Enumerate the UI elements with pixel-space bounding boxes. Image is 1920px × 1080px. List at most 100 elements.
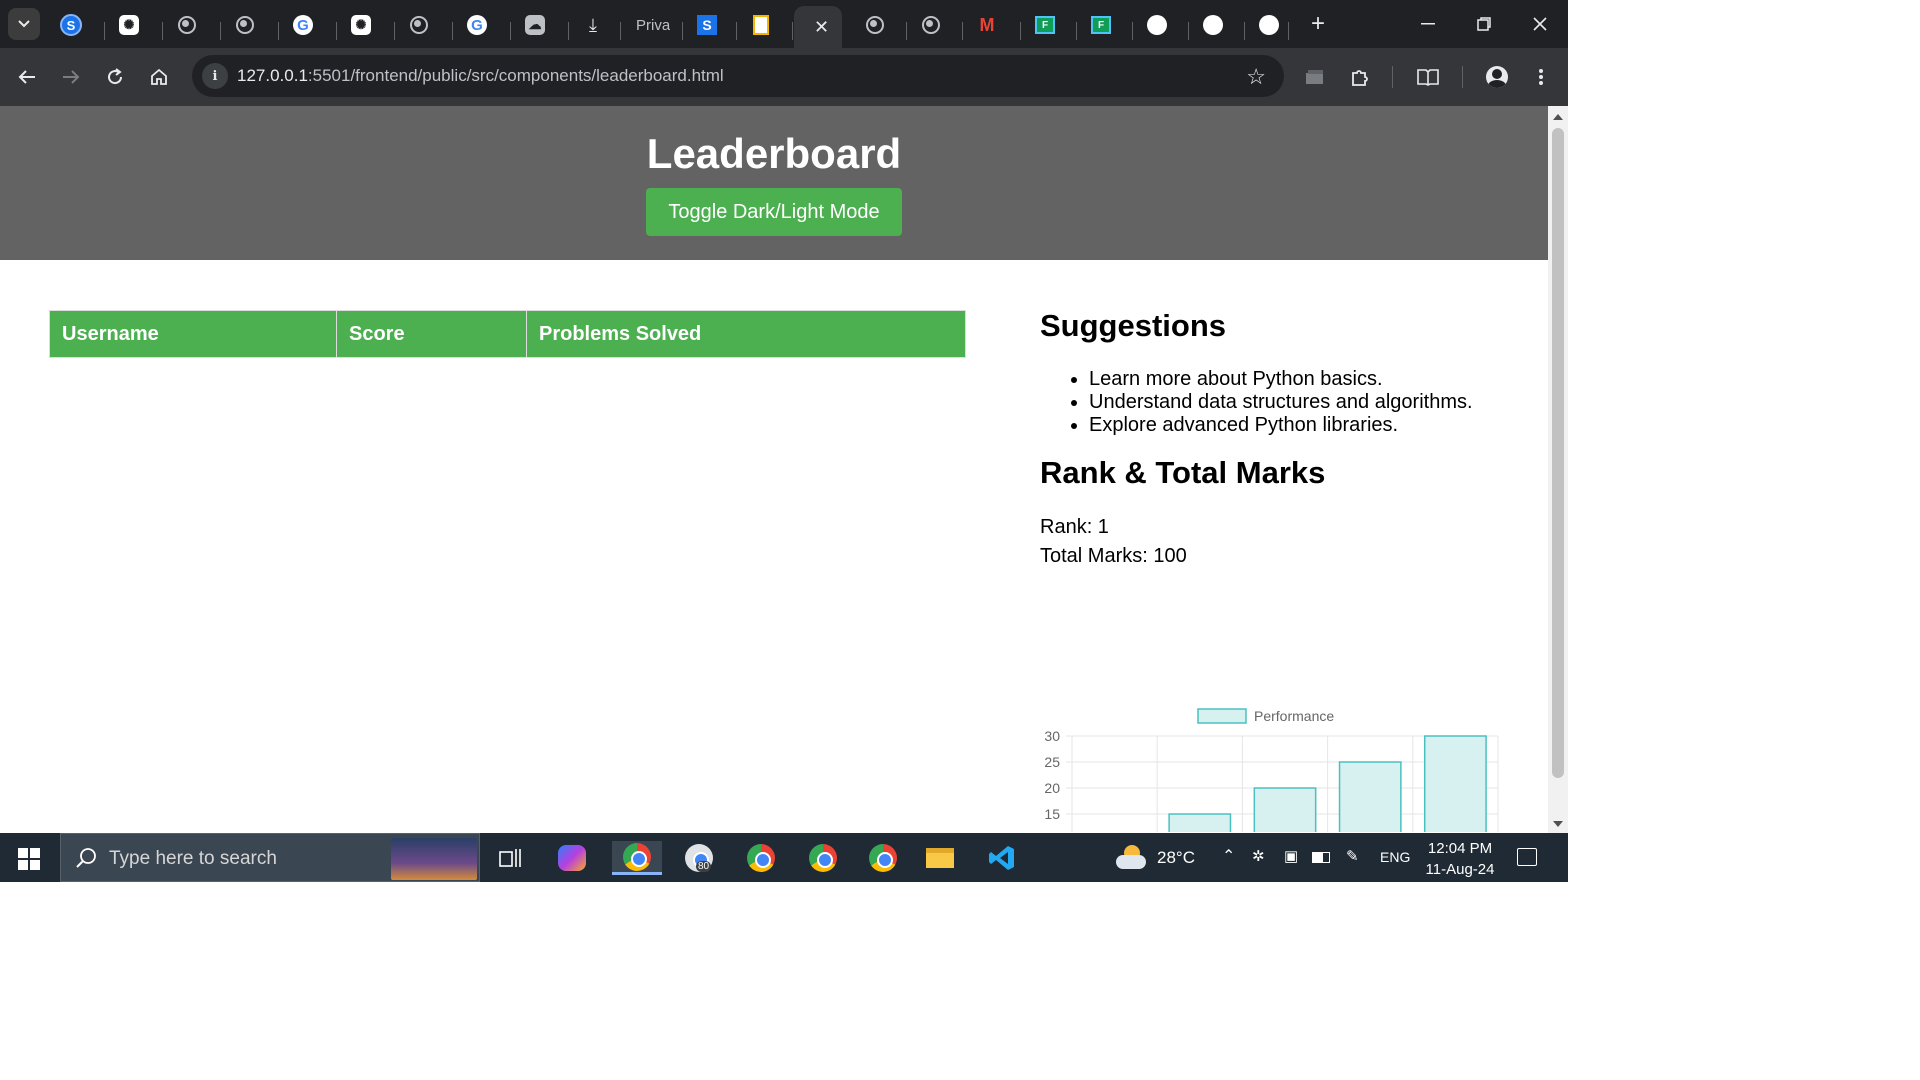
browser-tab[interactable] [1134, 6, 1190, 44]
scroll-up-icon[interactable] [1553, 114, 1563, 120]
url-host: 127.0.0.1 [237, 66, 308, 85]
page-scrollbar[interactable] [1548, 106, 1568, 833]
column-header-score[interactable]: Score [336, 310, 527, 358]
browser-tab[interactable]: Priva [622, 6, 684, 44]
profile-button[interactable] [1482, 62, 1512, 92]
browser-tab[interactable] [1190, 6, 1246, 44]
bookmark-star-icon[interactable]: ☆ [1246, 64, 1266, 90]
copilot-button[interactable] [552, 841, 592, 875]
browser-tab[interactable] [164, 6, 222, 44]
search-highlight-image [391, 838, 477, 880]
address-bar[interactable]: i 127.0.0.1:5501/frontend/public/src/com… [192, 55, 1284, 97]
taskbar-chrome-profile-5[interactable] [858, 841, 908, 875]
rank-value: Rank: 1 [1040, 516, 1109, 538]
browser-tab[interactable]: ✺ [106, 6, 164, 44]
taskbar-chrome-profile-1[interactable] [612, 841, 662, 875]
language-indicator[interactable]: ENG [1380, 849, 1410, 865]
taskbar-search-placeholder: Type here to search [109, 848, 277, 869]
browser-tab[interactable] [1246, 6, 1290, 44]
browser-tab[interactable]: ✕ [794, 6, 842, 48]
pen-icon[interactable]: ✎ [1346, 847, 1359, 865]
column-header-username[interactable]: Username [49, 310, 337, 358]
browser-tab[interactable]: M [964, 6, 1022, 44]
taskbar-search-box[interactable]: Type here to search [60, 833, 480, 882]
close-window-button[interactable] [1512, 0, 1568, 48]
taskbar-chrome-profile-3[interactable] [736, 841, 786, 875]
page-header: Leaderboard Toggle Dark/Light Mode [0, 106, 1548, 260]
legend-label: Performance [1254, 708, 1334, 724]
reading-list-icon [1417, 69, 1439, 86]
forms-icon: F [1090, 14, 1112, 36]
github-icon [1202, 14, 1224, 36]
site-info-icon[interactable]: i [202, 63, 228, 89]
suggestions-heading: Suggestions [1040, 308, 1227, 343]
globe-icon [176, 14, 198, 36]
close-tab-icon[interactable]: ✕ [814, 17, 829, 38]
taskbar-clock[interactable]: 12:04 PM 11-Aug-24 [1420, 838, 1500, 880]
home-button[interactable] [144, 62, 174, 92]
browser-tab[interactable]: F [1022, 6, 1078, 44]
google-icon: G [292, 14, 314, 36]
browser-tab[interactable]: ☁ [512, 6, 570, 44]
clock-date: 11-Aug-24 [1425, 861, 1495, 878]
toggle-theme-button[interactable]: Toggle Dark/Light Mode [646, 188, 902, 236]
browser-tab[interactable]: S [48, 6, 106, 44]
taskbar-chrome-profile-2[interactable]: 80 [674, 841, 724, 875]
column-header-problems-solved[interactable]: Problems Solved [526, 310, 966, 358]
reload-button[interactable] [100, 62, 130, 92]
reload-icon [108, 68, 123, 85]
browser-tab[interactable]: F [1078, 6, 1134, 44]
performance-chart: 051015202530Q1Q2Q3Q4Q5Performance [1030, 592, 1510, 833]
task-view-icon [499, 849, 521, 867]
globe-icon [864, 14, 886, 36]
github-icon [1146, 14, 1168, 36]
scroll-thumb[interactable] [1552, 128, 1564, 778]
browser-tab[interactable]: S [684, 6, 738, 44]
taskbar-vscode[interactable] [980, 841, 1024, 875]
tab-groups-button[interactable] [1300, 62, 1330, 92]
home-icon [151, 68, 167, 85]
url-text[interactable]: 127.0.0.1:5501/frontend/public/src/compo… [237, 66, 724, 86]
forward-button[interactable] [56, 62, 86, 92]
restore-icon [1477, 17, 1491, 31]
chevron-up-icon[interactable]: ⌃ [1222, 846, 1235, 866]
meet-icon[interactable]: ▣ [1284, 847, 1298, 865]
extensions-button[interactable] [1345, 62, 1375, 92]
openai-icon: ✺ [350, 14, 372, 36]
browser-tab[interactable] [396, 6, 454, 44]
browser-tab[interactable]: G [280, 6, 338, 44]
github-icon [1258, 14, 1280, 36]
bluetooth-icon[interactable]: ✲ [1252, 847, 1265, 865]
search-icon [76, 848, 96, 868]
more-vertical-icon [1539, 69, 1543, 85]
browser-tab[interactable] [908, 6, 964, 44]
back-button[interactable] [12, 62, 42, 92]
browser-tab[interactable] [222, 6, 280, 44]
list-item: Learn more about Python basics. [1089, 368, 1473, 391]
restore-button[interactable] [1456, 0, 1512, 48]
browser-tab[interactable] [852, 6, 908, 44]
avatar [1486, 66, 1508, 88]
legend-swatch [1197, 708, 1247, 724]
battery-icon[interactable] [1312, 852, 1330, 863]
windows-start-icon[interactable] [18, 848, 40, 870]
minimize-button[interactable] [1400, 0, 1456, 48]
new-tab-button[interactable]: + [1290, 0, 1346, 48]
task-view-button[interactable] [490, 841, 530, 875]
tab-search-button[interactable] [8, 8, 40, 40]
notification-center-icon[interactable] [1517, 848, 1537, 866]
url-path: :5501/frontend/public/src/components/lea… [307, 66, 724, 85]
taskbar-chrome-profile-4[interactable] [798, 841, 848, 875]
weather-icon[interactable] [1116, 843, 1148, 871]
s-square-icon: S [696, 14, 718, 36]
weather-temperature[interactable]: 28°C [1157, 848, 1195, 868]
browser-tab[interactable] [738, 6, 794, 44]
browser-menu-button[interactable] [1526, 62, 1556, 92]
reading-list-button[interactable] [1413, 62, 1443, 92]
taskbar-file-explorer[interactable] [918, 841, 962, 875]
browser-tab[interactable]: ⤓ [570, 6, 622, 44]
scroll-down-icon[interactable] [1553, 821, 1563, 827]
browser-tab[interactable]: G [454, 6, 512, 44]
page-title: Leaderboard [646, 130, 902, 177]
browser-tab[interactable]: ✺ [338, 6, 396, 44]
